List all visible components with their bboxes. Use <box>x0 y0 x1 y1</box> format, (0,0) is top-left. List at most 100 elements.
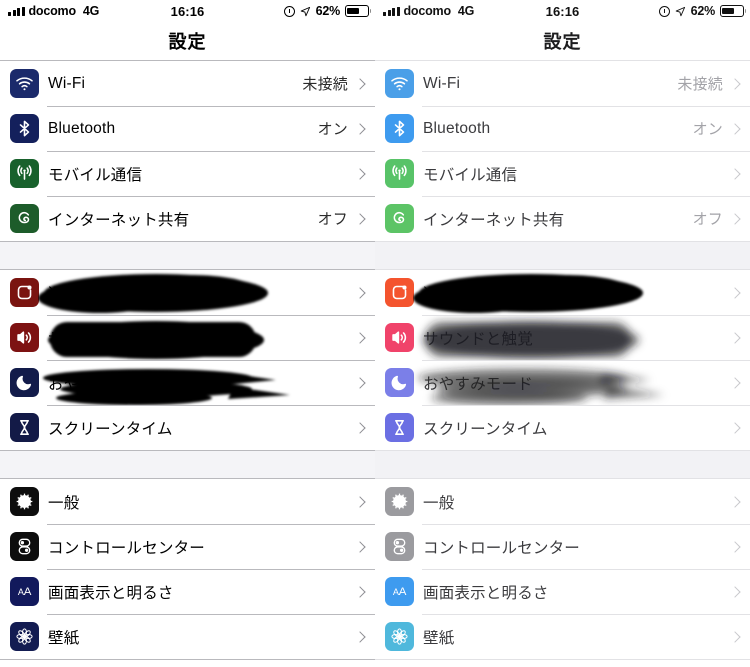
chevron-right-icon <box>729 495 741 508</box>
chevron-right-icon <box>354 167 366 180</box>
carrier-name: docomo <box>403 4 452 18</box>
settings-row-general-1[interactable]: コントロールセンター <box>375 524 750 569</box>
settings-row-label: 通知 <box>423 285 455 303</box>
settings-row-label: 一般 <box>423 494 455 512</box>
control-center-icon <box>385 532 414 561</box>
cellular-icon <box>385 159 414 188</box>
location-arrow-icon <box>675 6 685 16</box>
navigation-bar: 設定 <box>375 22 750 60</box>
chevron-right-icon <box>729 286 741 299</box>
chevron-right-icon <box>729 331 741 344</box>
display-brightness-icon: AA <box>10 577 39 606</box>
settings-row-value: 未接続 <box>677 76 723 93</box>
settings-row-value: オン <box>692 121 723 138</box>
settings-row-general-0[interactable]: 一般 <box>0 479 375 524</box>
settings-row-connectivity-2[interactable]: モバイル通信 <box>0 151 375 196</box>
battery-icon <box>345 5 369 17</box>
notifications-icon <box>10 278 39 307</box>
location-arrow-icon <box>300 6 310 16</box>
settings-row-connectivity-0[interactable]: Wi-Fi 未接続 <box>0 61 375 106</box>
alarm-clock-icon <box>658 5 670 17</box>
settings-row-value: オフ <box>692 211 723 228</box>
network-type: 4G <box>457 4 475 18</box>
settings-group-connectivity: Wi-Fi 未接続 Bluetooth オン モバイル通信 インターネット共有 … <box>0 60 375 242</box>
settings-row-notifications-2[interactable]: おやすみモード <box>375 360 750 405</box>
status-bar: docomo 4G 16:16 62% <box>375 0 750 22</box>
settings-row-notifications-2[interactable]: おやすみモード <box>0 360 375 405</box>
settings-row-label: サウンドと触覚 <box>48 330 158 348</box>
gear-icon <box>385 487 414 516</box>
settings-row-label: Wi-Fi <box>48 74 86 92</box>
chevron-right-icon <box>729 421 741 434</box>
settings-row-label: スクリーンタイム <box>423 420 548 438</box>
chevron-right-icon <box>354 212 366 225</box>
settings-row-notifications-1[interactable]: サウンドと触覚 <box>375 315 750 360</box>
sounds-icon <box>10 323 39 352</box>
screenshot-comparison: docomo 4G 16:16 62% 設定 Wi-Fi 未接続 Bluetoo… <box>0 0 750 667</box>
settings-row-label: おやすみモード <box>423 375 533 393</box>
status-bar-right: 62% <box>283 4 369 18</box>
settings-row-label: 壁紙 <box>423 629 455 647</box>
settings-row-value: オフ <box>317 211 348 228</box>
screen-right-default-colors: docomo 4G 16:16 62% 設定 Wi-Fi 未接続 Bluetoo… <box>375 0 750 667</box>
chevron-right-icon <box>729 122 741 135</box>
chevron-right-icon <box>354 585 366 598</box>
settings-row-general-0[interactable]: 一般 <box>375 479 750 524</box>
settings-group-general: 一般 コントロールセンター AA 画面表示と明るさ 壁紙 <box>375 478 750 660</box>
settings-row-general-2[interactable]: AA 画面表示と明るさ <box>375 569 750 614</box>
settings-row-label: コントロールセンター <box>48 539 206 557</box>
settings-row-value: 未接続 <box>302 76 348 93</box>
settings-row-value: オン <box>317 121 348 138</box>
bluetooth-icon <box>385 114 414 143</box>
hotspot-icon <box>385 204 414 233</box>
network-type: 4G <box>82 4 100 18</box>
settings-row-connectivity-3[interactable]: インターネット共有 オフ <box>0 196 375 241</box>
settings-row-general-2[interactable]: AA 画面表示と明るさ <box>0 569 375 614</box>
chevron-right-icon <box>729 376 741 389</box>
carrier-name: docomo <box>28 4 77 18</box>
settings-row-notifications-1[interactable]: サウンドと触覚 <box>0 315 375 360</box>
screen-time-icon <box>385 413 414 442</box>
alarm-clock-icon <box>283 5 295 17</box>
navigation-bar: 設定 <box>0 22 375 60</box>
status-bar-left: docomo 4G <box>8 4 99 18</box>
chevron-right-icon <box>354 630 366 643</box>
settings-row-connectivity-1[interactable]: Bluetooth オン <box>375 106 750 151</box>
settings-row-connectivity-3[interactable]: インターネット共有 オフ <box>375 196 750 241</box>
chevron-right-icon <box>354 286 366 299</box>
settings-row-label: インターネット共有 <box>48 211 190 229</box>
settings-row-label: コントロールセンター <box>423 539 581 557</box>
chevron-right-icon <box>729 212 741 225</box>
wifi-icon <box>10 69 39 98</box>
settings-row-general-1[interactable]: コントロールセンター <box>0 524 375 569</box>
settings-row-notifications-3[interactable]: スクリーンタイム <box>375 405 750 450</box>
chevron-right-icon <box>729 167 741 180</box>
wifi-icon <box>385 69 414 98</box>
settings-row-label: サウンドと触覚 <box>423 330 533 348</box>
settings-row-general-3[interactable]: 壁紙 <box>375 614 750 659</box>
settings-row-label: 通知 <box>48 285 80 303</box>
settings-row-connectivity-2[interactable]: モバイル通信 <box>375 151 750 196</box>
chevron-right-icon <box>354 77 366 90</box>
signal-bars-icon <box>8 6 25 16</box>
notifications-icon <box>385 278 414 307</box>
settings-row-connectivity-1[interactable]: Bluetooth オン <box>0 106 375 151</box>
settings-row-notifications-0[interactable]: 通知 <box>375 270 750 315</box>
settings-row-label: おやすみモード <box>48 375 158 393</box>
settings-row-notifications-3[interactable]: スクリーンタイム <box>0 405 375 450</box>
bluetooth-icon <box>10 114 39 143</box>
group-gap <box>0 451 375 478</box>
chevron-right-icon <box>354 331 366 344</box>
settings-row-label: インターネット共有 <box>423 211 565 229</box>
screen-time-icon <box>10 413 39 442</box>
hotspot-icon <box>10 204 39 233</box>
wallpaper-icon <box>385 622 414 651</box>
screen-left-increase-contrast: docomo 4G 16:16 62% 設定 Wi-Fi 未接続 Bluetoo… <box>0 0 375 667</box>
settings-row-general-3[interactable]: 壁紙 <box>0 614 375 659</box>
settings-row-connectivity-0[interactable]: Wi-Fi 未接続 <box>375 61 750 106</box>
settings-group-notifications: 通知 サウンドと触覚 おやすみモード スクリーンタイム <box>0 269 375 451</box>
do-not-disturb-icon <box>385 368 414 397</box>
settings-row-label: 壁紙 <box>48 629 80 647</box>
chevron-right-icon <box>354 122 366 135</box>
settings-row-notifications-0[interactable]: 通知 <box>0 270 375 315</box>
